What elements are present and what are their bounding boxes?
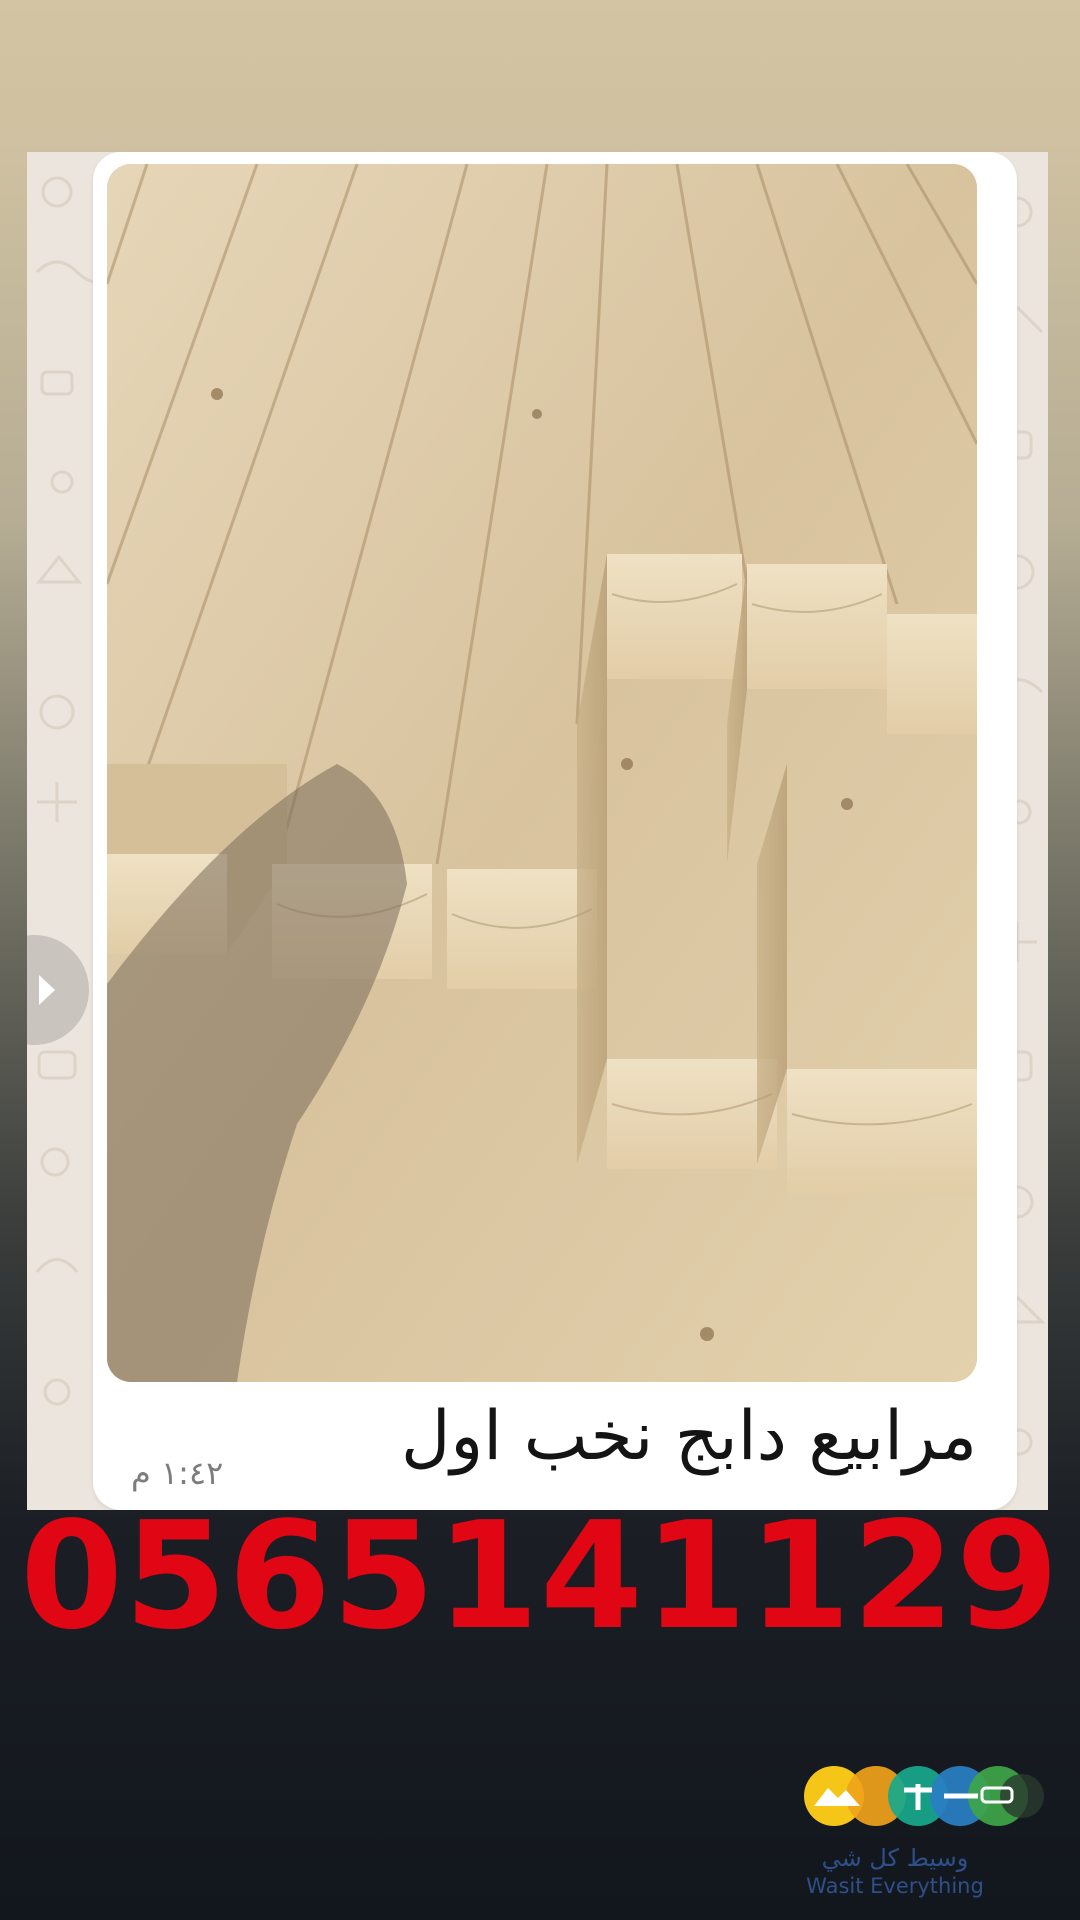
contact-phone-number[interactable]: 0565141129 xyxy=(0,1496,1080,1656)
brand-name-english: Wasit Everything xyxy=(806,1874,984,1898)
chat-panel: مرابيع دابج نخب اول ١:٤٢ م xyxy=(27,152,1048,1510)
timber-beams-photo xyxy=(107,164,977,1382)
message-timestamp: ١:٤٢ م xyxy=(131,1454,224,1492)
brand-circles-icon xyxy=(804,1766,1044,1826)
image-message-bubble[interactable]: مرابيع دابج نخب اول ١:٤٢ م xyxy=(93,152,1017,1510)
message-caption: مرابيع دابج نخب اول xyxy=(400,1397,977,1476)
brand-logo: وسيط كل شي Wasit Everything xyxy=(780,1762,1050,1902)
brand-name-arabic: وسيط كل شي xyxy=(821,1844,969,1872)
message-photo[interactable] xyxy=(107,164,977,1382)
